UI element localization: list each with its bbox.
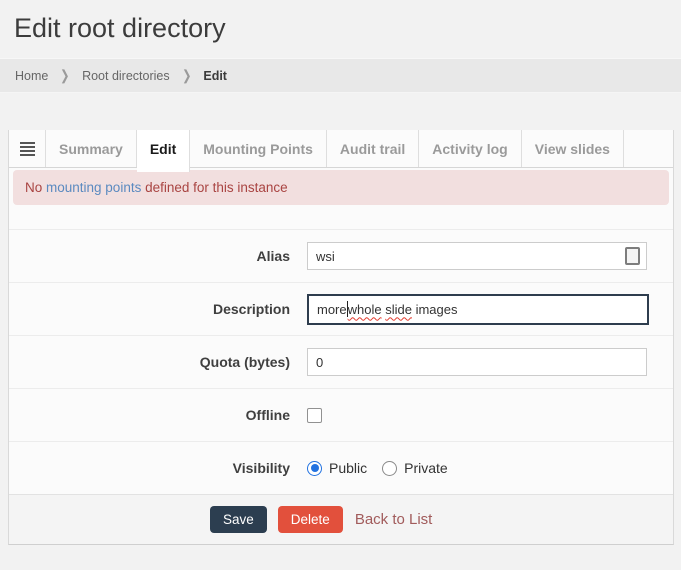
private-radio[interactable] (382, 461, 397, 476)
breadcrumb-current: Edit (203, 69, 227, 83)
quota-input[interactable] (307, 348, 647, 376)
content-panel: Summary Edit Mounting Points Audit trail… (8, 130, 674, 545)
page-header: Edit root directory (0, 0, 681, 58)
breadcrumb-root-directories[interactable]: Root directories (82, 69, 170, 83)
delete-button[interactable]: Delete (278, 506, 343, 533)
no-mounting-points-alert: No mounting points defined for this inst… (13, 170, 669, 205)
chevron-right-icon: ❯ (182, 67, 191, 84)
private-radio-label: Private (404, 460, 448, 476)
hamburger-icon (20, 140, 35, 158)
description-text: more (317, 302, 347, 317)
page-title: Edit root directory (14, 13, 681, 44)
tab-audit-trail[interactable]: Audit trail (327, 130, 419, 167)
quota-row: Quota (bytes) (9, 335, 673, 388)
autofill-icon[interactable] (625, 247, 640, 265)
description-label: Description (9, 301, 307, 317)
chevron-right-icon: ❯ (61, 67, 70, 84)
alias-input[interactable] (307, 242, 647, 270)
visibility-label: Visibility (9, 460, 307, 476)
visibility-row: Visibility Public Private (9, 441, 673, 494)
tab-activity-log[interactable]: Activity log (419, 130, 521, 167)
form-actions: Save Delete Back to List (9, 494, 673, 544)
back-to-list-link[interactable]: Back to List (355, 511, 433, 528)
public-radio[interactable] (307, 461, 322, 476)
description-text-misspelled: slide (385, 302, 412, 317)
public-radio-label: Public (329, 460, 367, 476)
tab-summary[interactable]: Summary (46, 130, 137, 167)
breadcrumb: Home ❯ Root directories ❯ Edit (0, 58, 681, 93)
description-row: Description morewhole slide images (9, 282, 673, 335)
tab-edit[interactable]: Edit (137, 130, 190, 172)
offline-label: Offline (9, 407, 307, 423)
description-text: images (412, 302, 458, 317)
tab-mounting-points[interactable]: Mounting Points (190, 130, 327, 167)
tab-view-slides[interactable]: View slides (522, 130, 624, 167)
alias-label: Alias (9, 248, 307, 264)
mounting-points-link[interactable]: mounting points (46, 180, 141, 195)
alert-text-suffix: defined for this instance (141, 180, 287, 195)
edit-form: Alias Description morewhole slide images… (9, 229, 673, 494)
description-input[interactable]: morewhole slide images (307, 294, 649, 325)
visibility-option-private[interactable]: Private (382, 460, 448, 476)
tab-menu[interactable] (9, 130, 46, 167)
visibility-option-public[interactable]: Public (307, 460, 367, 476)
breadcrumb-home[interactable]: Home (15, 69, 48, 83)
save-button[interactable]: Save (210, 506, 267, 533)
quota-label: Quota (bytes) (9, 354, 307, 370)
alias-row: Alias (9, 229, 673, 282)
offline-checkbox[interactable] (307, 408, 322, 423)
offline-row: Offline (9, 388, 673, 441)
tab-bar: Summary Edit Mounting Points Audit trail… (9, 130, 673, 168)
alert-text-prefix: No (25, 180, 46, 195)
description-text-misspelled: whole (348, 302, 382, 317)
